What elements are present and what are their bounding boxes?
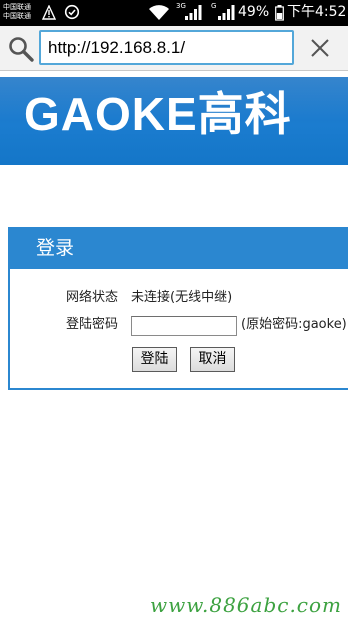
network-status-value: 未连接(无线中继): [131, 290, 233, 305]
close-icon[interactable]: [307, 35, 333, 61]
warning-icon: [42, 5, 56, 20]
clock: 下午4:52: [287, 4, 347, 20]
battery-icon: [275, 5, 284, 21]
browser-toolbar: http://192.168.8.1/: [0, 26, 348, 71]
network-status-label: 网络状态: [66, 290, 119, 305]
search-icon[interactable]: [7, 35, 35, 63]
login-button[interactable]: 登陆: [132, 347, 177, 372]
carrier-line-2: 中国联通: [3, 12, 31, 20]
password-label: 登陆密码: [66, 317, 119, 332]
network-g-label: G: [211, 2, 217, 10]
login-title: 登录: [36, 237, 75, 259]
wifi-icon: [149, 5, 169, 20]
chat-icon: [64, 4, 80, 20]
login-panel-header: 登录: [10, 229, 348, 269]
brand-logo: GAOKE高科: [24, 88, 292, 140]
address-bar-input[interactable]: http://192.168.8.1/: [39, 30, 294, 65]
signal-icon: [218, 5, 235, 20]
watermark-text: www.886abc.com: [150, 593, 343, 617]
signal-icon: [185, 5, 202, 20]
carrier-line-1: 中国联通: [3, 3, 31, 11]
password-input[interactable]: [131, 316, 237, 336]
carrier-info: 中国联通 中国联通: [3, 3, 31, 21]
battery-percent: 49%: [238, 4, 270, 20]
password-hint: (原始密码:gaoke): [241, 317, 347, 332]
brand-banner: GAOKE高科: [0, 77, 348, 165]
cancel-button[interactable]: 取消: [190, 347, 235, 372]
login-panel: 登录 网络状态 未连接(无线中继) 登陆密码 (原始密码:gaoke) 登陆 取…: [8, 227, 348, 390]
status-bar: 中国联通 中国联通 3G G 49% 下午4:52: [0, 0, 348, 26]
